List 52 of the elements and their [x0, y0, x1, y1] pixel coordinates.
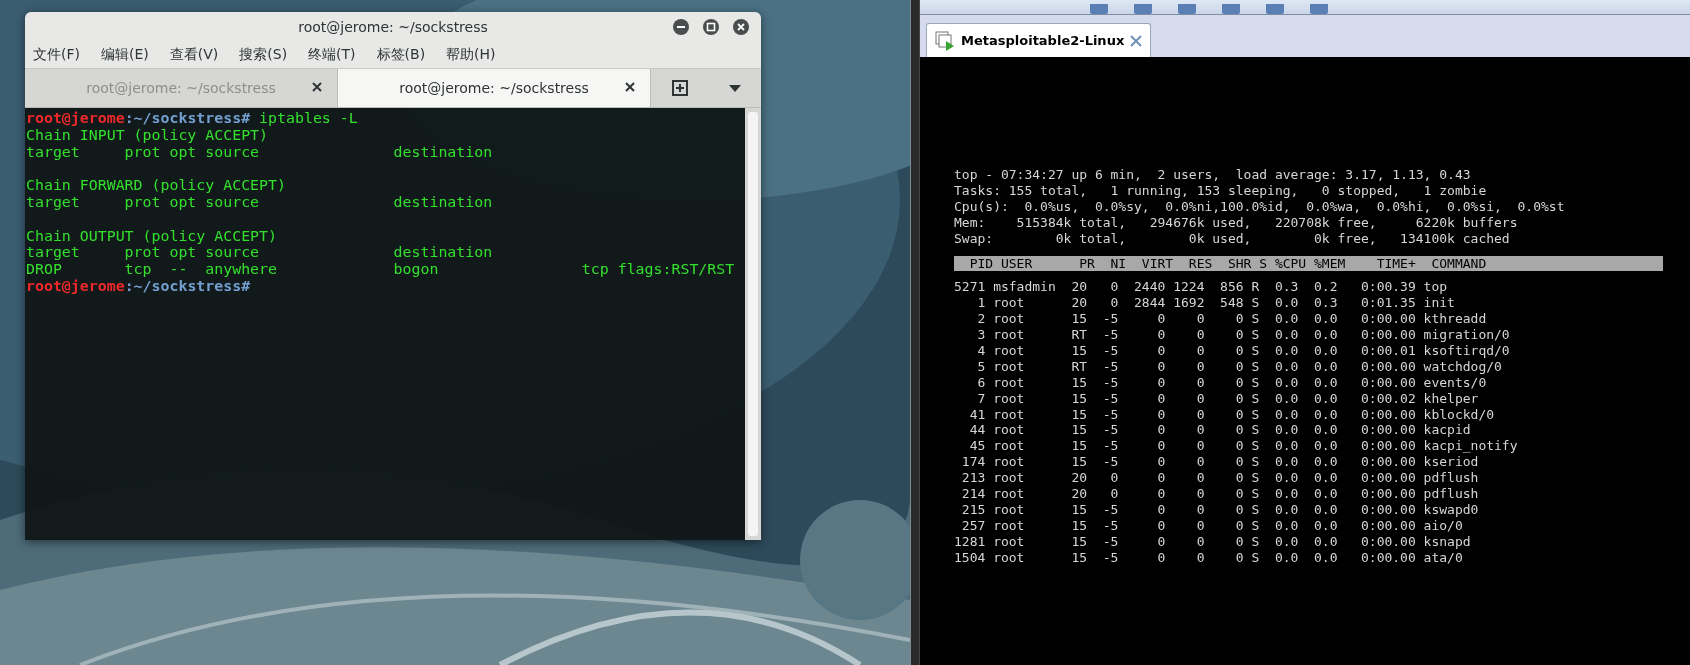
- process-row-text: 1504 root 15 -5 0 0 0 S 0.0 0.0 0:00.00 ata/0: [954, 549, 1464, 566]
- terminal-output: Chain INPUT (policy ACCEPT): [26, 125, 269, 144]
- process-row-text: 45 root 15 -5 0 0 0 S 0.0 0.0 0:00.00 kacpi_notify: [968, 438, 1519, 455]
- process-table-header: PID USER PR NI VIRT RES SHR S %CPU %MEM TIME+ COMMAND: [954, 256, 1663, 272]
- vm-tab[interactable]: Metasploitable2-Linux: [926, 23, 1152, 57]
- top-summary-line: Swap: 0k total, 0k used, 0k free, 134100k cached: [954, 230, 1511, 247]
- close-icon[interactable]: [311, 81, 323, 93]
- menu-item[interactable]: 终端(T): [308, 46, 356, 64]
- terminal-output: target prot opt source destination: [26, 142, 493, 161]
- shell-prompt: root@jerome:~/sockstress# iptables -L: [26, 109, 358, 127]
- terminal-output: target prot opt source destination: [26, 193, 493, 211]
- menu-item[interactable]: 帮助(H): [446, 46, 496, 64]
- terminal-output: target prot opt source destination: [26, 243, 493, 262]
- top-summary-line: Tasks: 155 total, 1 running, 153 sleeping, 0 stopped, 1 zombie: [954, 182, 1488, 199]
- menu-item[interactable]: 文件(F): [33, 46, 80, 64]
- process-row-text: 41 root 15 -5 0 0 0 S 0.0 0.0 0:00.00 kblockd/0: [968, 406, 1496, 423]
- process-row-text: 7 root 15 -5 0 0 0 S 0.0 0.0 0:00.02 khelper: [976, 390, 1480, 407]
- new-tab-icon[interactable]: [671, 80, 688, 96]
- process-row-text: 2 root 15 -5 0 0 0 S 0.0 0.0 0:00.00 kthreadd: [976, 311, 1488, 328]
- window-title: root@jerome: ~/sockstress: [298, 19, 488, 35]
- close-button[interactable]: [733, 19, 749, 35]
- process-row-text: 257 root 15 -5 0 0 0 S 0.0 0.0 0:00.00 aio/0: [960, 517, 1464, 534]
- process-row-text: 4 root 15 -5 0 0 0 S 0.0 0.0 0:00.01 ksoftirqd/0: [976, 343, 1511, 359]
- terminal-output: Chain FORWARD (policy ACCEPT): [26, 176, 286, 195]
- menu-item[interactable]: 查看(V): [169, 46, 219, 64]
- process-row-text: 3 root RT -5 0 0 0 S 0.0 0.0 0:00.00 migration/0: [976, 327, 1511, 343]
- process-row-text: 174 root 15 -5 0 0 0 S 0.0 0.0 0:00.00 kseriod: [960, 454, 1480, 471]
- top-summary-line: top - 07:34:27 up 6 min, 2 users, load average: 3.17, 1.13, 0.43: [954, 167, 1472, 183]
- menu-item[interactable]: 搜索(S): [239, 46, 288, 64]
- minimize-button[interactable]: [673, 19, 689, 35]
- process-row-text: 5271 msfadmin 20 0 2440 1224 856 R 0.3 0.2 0:00.39 top: [954, 279, 1449, 296]
- close-icon[interactable]: [624, 81, 636, 93]
- process-row-text: 214 root 20 0 0 0 0 S 0.0 0.0 0:00.00 pdflush: [960, 486, 1480, 502]
- terminal-output: Chain OUTPUT (policy ACCEPT): [26, 226, 278, 245]
- process-row-text: 1 root 20 0 2844 1692 548 S 0.0 0.3 0:01.35 init: [976, 295, 1456, 312]
- vm-icon: [935, 30, 955, 51]
- process-row-text: 213 root 20 0 0 0 0 S 0.0 0.0 0:00.00 pdflush: [960, 470, 1480, 487]
- top-summary-line: Mem: 515384k total, 294676k used, 220708k free, 6220k buffers: [954, 214, 1519, 231]
- process-row-text: 44 root 15 -5 0 0 0 S 0.0 0.0 0:00.00 kacpid: [968, 422, 1472, 439]
- process-row-text: 5 root RT -5 0 0 0 S 0.0 0.0 0:00.00 watchdog/0: [976, 358, 1503, 375]
- maximize-button[interactable]: [703, 19, 719, 35]
- menu-item[interactable]: 标签(B): [376, 46, 426, 64]
- process-row-text: 6 root 15 -5 0 0 0 S 0.0 0.0 0:00.00 events/0: [976, 374, 1488, 391]
- process-row-text: 215 root 15 -5 0 0 0 S 0.0 0.0 0:00.00 kswapd0: [960, 501, 1480, 518]
- top-summary-line: Cpu(s): 0.0%us, 0.0%sy, 0.0%ni,100.0%id, 0.0%wa, 0.0%hi, 0.0%si, 0.0%st: [954, 198, 1566, 215]
- terminal-tab[interactable]: root@jerome: ~/sockstress: [338, 69, 651, 107]
- shell-prompt: root@jerome:~/sockstress#: [26, 276, 251, 295]
- terminal-output: DROP tcp -- anywhere bogon tcp flags:RST/RST: [26, 260, 735, 279]
- process-row-text: 1281 root 15 -5 0 0 0 S 0.0 0.0 0:00.00 ksnapd: [954, 533, 1472, 550]
- caret-icon[interactable]: [728, 84, 741, 92]
- menu-item[interactable]: 编辑(E): [101, 46, 149, 64]
- scrollbar[interactable]: [745, 108, 761, 540]
